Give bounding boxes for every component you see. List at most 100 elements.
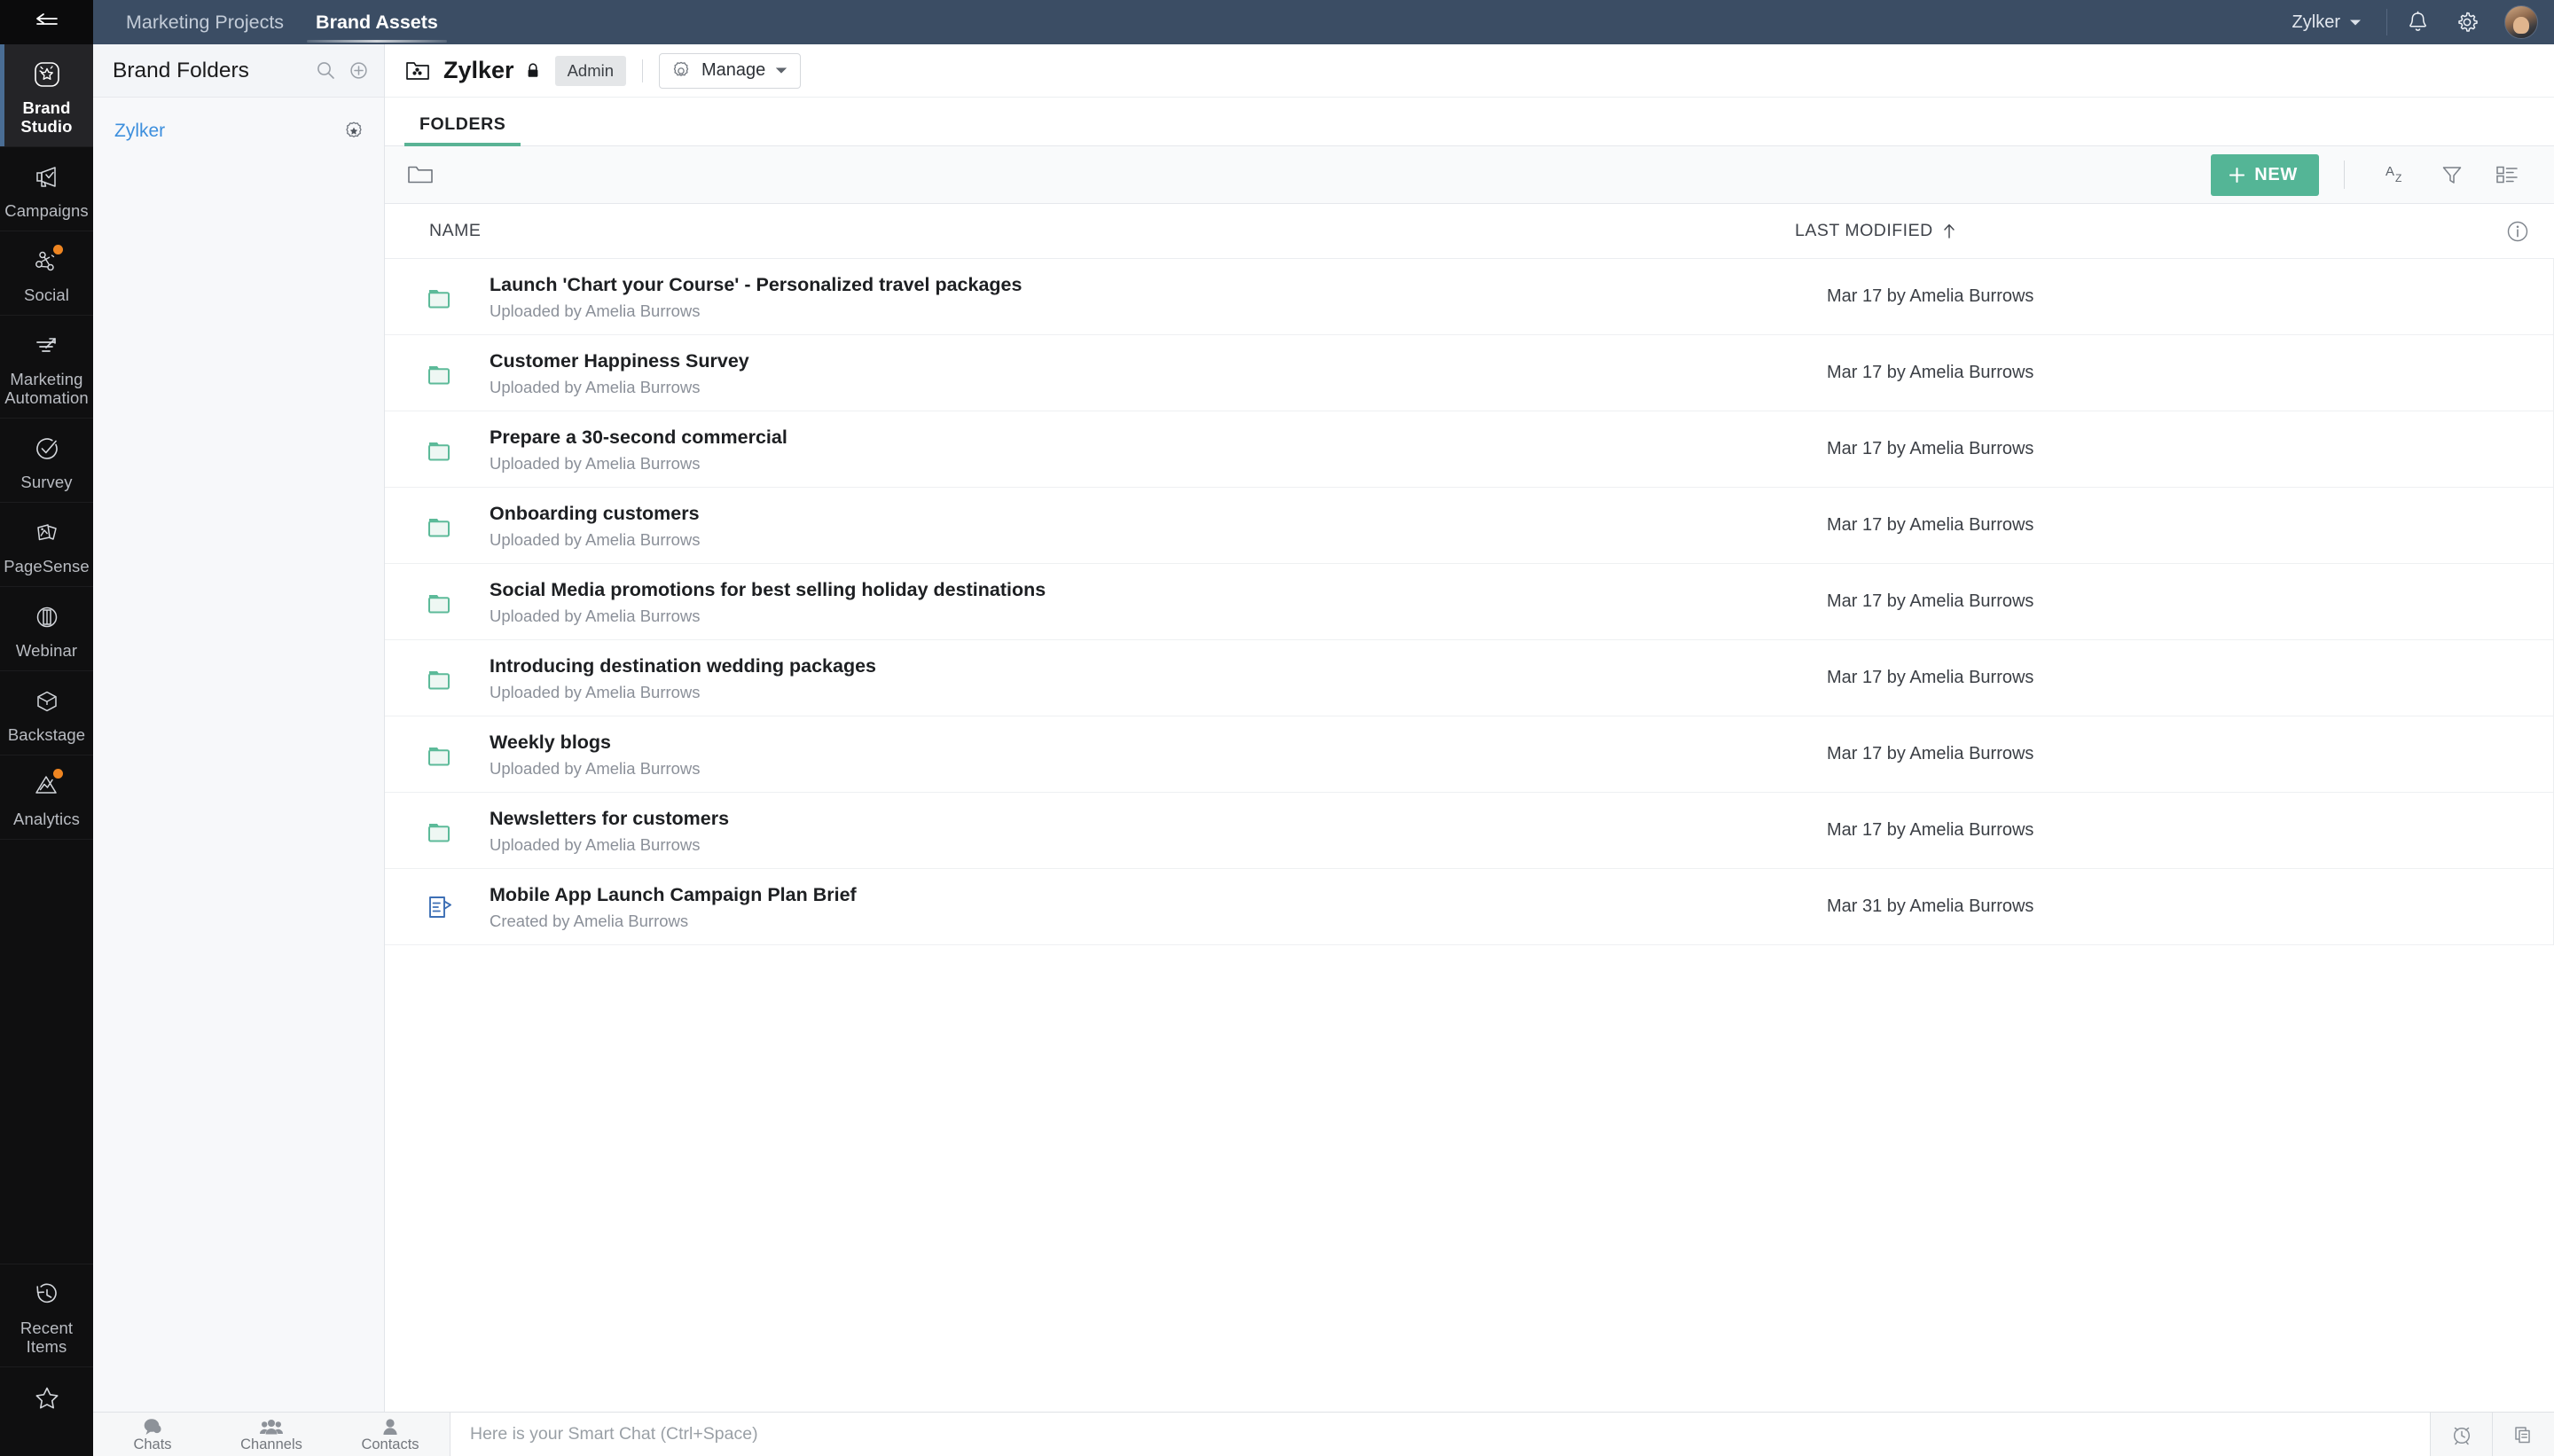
content-toolbar: NEW AZ xyxy=(385,146,2554,204)
toolbar-actions: NEW AZ xyxy=(2211,153,2534,196)
bottom-bar-right xyxy=(2430,1413,2554,1456)
pagesense-icon xyxy=(29,515,65,551)
row-last-modified: Mar 31 by Amelia Burrows xyxy=(1827,896,2554,917)
alarm-clock-icon[interactable] xyxy=(2430,1413,2492,1456)
sidebar-item-marketing-automation[interactable]: Marketing Automation xyxy=(0,316,93,419)
sidebar-item-label: Webinar xyxy=(16,641,77,660)
sidebar-item-webinar[interactable]: Webinar xyxy=(0,587,93,671)
svg-text:A: A xyxy=(2386,164,2394,179)
top-navigation: Marketing Projects Brand Assets xyxy=(93,0,454,44)
bottom-tab-contacts[interactable]: Contacts xyxy=(331,1413,450,1456)
brand-badge-icon[interactable] xyxy=(343,121,364,142)
collapse-menu-button[interactable] xyxy=(0,0,93,44)
app-rail-items: Brand Studio Campaigns Social Mar xyxy=(0,44,93,1264)
table-row[interactable]: Mobile App Launch Campaign Plan Brief Cr… xyxy=(385,869,2554,945)
search-icon[interactable] xyxy=(315,59,337,82)
bottom-tab-chats[interactable]: Chats xyxy=(93,1413,212,1456)
page-title: Brand Folders xyxy=(113,59,249,83)
row-subtitle: Uploaded by Amelia Burrows xyxy=(490,378,1827,397)
sidebar-item-label: Brand Studio xyxy=(3,98,91,136)
folder-icon xyxy=(426,740,472,770)
breadcrumb: Zylker Admin Manage xyxy=(385,44,2554,98)
social-share-icon xyxy=(29,244,65,279)
breadcrumb-title: Zylker xyxy=(443,57,514,84)
settings-button[interactable] xyxy=(2442,0,2492,44)
table-row[interactable]: Prepare a 30-second commercial Uploaded … xyxy=(385,411,2554,488)
bottom-tab-label: Contacts xyxy=(361,1437,419,1452)
row-subtitle: Uploaded by Amelia Burrows xyxy=(490,759,1827,779)
sidebar-item-brand-studio[interactable]: Brand Studio xyxy=(0,44,93,147)
row-title: Launch 'Chart your Course' - Personalize… xyxy=(490,272,1827,297)
breadcrumb-divider xyxy=(642,59,643,82)
row-main: Prepare a 30-second commercial Uploaded … xyxy=(472,425,1827,474)
sidebar-item-label: Social xyxy=(24,286,69,304)
brand-folder-name: Zylker xyxy=(114,121,165,142)
brand-studio-icon xyxy=(29,57,65,92)
chevron-down-icon xyxy=(2349,19,2362,27)
sidebar-item-pagesense[interactable]: PageSense xyxy=(0,503,93,587)
bottom-bar: Chats Channels Contacts Here is your Sma… xyxy=(93,1412,2554,1456)
manage-button-label: Manage xyxy=(701,60,765,81)
table-row[interactable]: Weekly blogs Uploaded by Amelia Burrows … xyxy=(385,716,2554,793)
automation-flow-icon xyxy=(29,328,65,364)
row-main: Onboarding customers Uploaded by Amelia … xyxy=(472,501,1827,550)
topnav-marketing-projects[interactable]: Marketing Projects xyxy=(110,0,300,44)
sidebar-item-analytics[interactable]: Analytics xyxy=(0,755,93,840)
row-subtitle: Uploaded by Amelia Burrows xyxy=(490,454,1827,474)
smart-chat-placeholder: Here is your Smart Chat (Ctrl+Space) xyxy=(470,1424,758,1444)
avatar[interactable] xyxy=(2504,5,2538,39)
table-row[interactable]: Launch 'Chart your Course' - Personalize… xyxy=(385,259,2554,335)
group-users-icon xyxy=(259,1417,284,1436)
table-row[interactable]: Onboarding customers Uploaded by Amelia … xyxy=(385,488,2554,564)
row-last-modified: Mar 17 by Amelia Burrows xyxy=(1827,439,2554,459)
content-tabs: FOLDERS xyxy=(385,98,2554,146)
webinar-icon xyxy=(29,599,65,635)
row-subtitle: Uploaded by Amelia Burrows xyxy=(490,683,1827,702)
settings-flower-icon xyxy=(670,60,692,82)
sidebar-item-survey[interactable]: Survey xyxy=(0,419,93,503)
new-button[interactable]: NEW xyxy=(2211,154,2319,196)
table-row[interactable]: Customer Happiness Survey Uploaded by Am… xyxy=(385,335,2554,411)
bottom-bar-tabs: Chats Channels Contacts xyxy=(93,1413,450,1456)
tab-folders[interactable]: FOLDERS xyxy=(404,114,521,145)
list-item[interactable]: Zylker xyxy=(93,112,384,151)
smart-chat-input[interactable]: Here is your Smart Chat (Ctrl+Space) xyxy=(450,1413,2430,1456)
tab-label: FOLDERS xyxy=(419,114,505,134)
sort-az-icon[interactable]: AZ xyxy=(2370,153,2425,196)
notification-dot xyxy=(53,769,63,779)
collapse-menu-icon xyxy=(34,13,60,31)
org-switcher[interactable]: Zylker xyxy=(2273,12,2381,33)
notifications-button[interactable] xyxy=(2393,0,2442,44)
table-row[interactable]: Introducing destination wedding packages… xyxy=(385,640,2554,716)
folder-outline-icon[interactable] xyxy=(406,163,435,186)
row-title: Customer Happiness Survey xyxy=(490,348,1827,373)
topnav-brand-assets[interactable]: Brand Assets xyxy=(300,0,454,44)
sidebar-item-social[interactable]: Social xyxy=(0,231,93,316)
folder-icon xyxy=(426,282,472,312)
sidebar-item-recent-items[interactable]: Recent Items xyxy=(0,1264,93,1367)
info-circle-icon[interactable] xyxy=(2504,218,2531,245)
manage-button[interactable]: Manage xyxy=(659,53,801,89)
new-button-label: NEW xyxy=(2254,165,2298,185)
row-main: Weekly blogs Uploaded by Amelia Burrows xyxy=(472,730,1827,779)
notes-stack-icon[interactable] xyxy=(2492,1413,2554,1456)
row-last-modified: Mar 17 by Amelia Burrows xyxy=(1827,286,2554,307)
document-icon xyxy=(426,892,472,922)
table-row[interactable]: Social Media promotions for best selling… xyxy=(385,564,2554,640)
row-subtitle: Uploaded by Amelia Burrows xyxy=(490,530,1827,550)
sidebar-item-campaigns[interactable]: Campaigns xyxy=(0,147,93,231)
sidebar-item-label: Recent Items xyxy=(3,1319,91,1356)
filter-funnel-icon[interactable] xyxy=(2425,153,2480,196)
app-rail: Brand Studio Campaigns Social Mar xyxy=(0,0,93,1456)
sidebar-item-label: PageSense xyxy=(4,557,90,575)
column-header-last-modified[interactable]: LAST MODIFIED xyxy=(1795,221,2554,241)
row-last-modified: Mar 17 by Amelia Burrows xyxy=(1827,591,2554,612)
table-row[interactable]: Newsletters for customers Uploaded by Am… xyxy=(385,793,2554,869)
plus-circle-icon[interactable] xyxy=(348,59,370,82)
row-title: Newsletters for customers xyxy=(490,806,1827,831)
view-list-icon[interactable] xyxy=(2480,153,2534,196)
column-header-name[interactable]: NAME xyxy=(429,221,1795,241)
backstage-cube-icon xyxy=(29,684,65,719)
sidebar-item-backstage[interactable]: Backstage xyxy=(0,671,93,755)
bottom-tab-channels[interactable]: Channels xyxy=(212,1413,331,1456)
